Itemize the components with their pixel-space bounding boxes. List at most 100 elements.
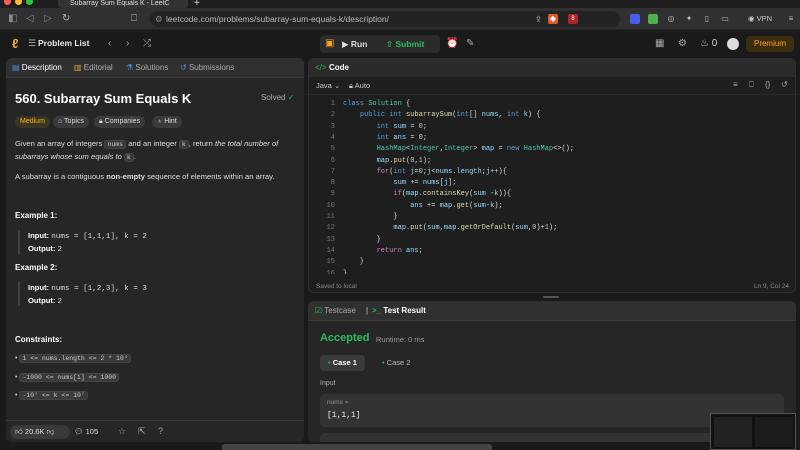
- code-panel-header: </> Code: [309, 59, 795, 77]
- tab-test-result[interactable]: >_ Test Result: [372, 306, 426, 315]
- back-icon[interactable]: ◁: [26, 13, 34, 24]
- brave-shield-icon[interactable]: ◆: [548, 14, 558, 24]
- like-button[interactable]: 👍︎ 20.6K 👎︎: [10, 425, 70, 439]
- case-label: Case 2: [386, 358, 411, 367]
- list-icon: ☰: [28, 38, 37, 48]
- resize-handle[interactable]: [543, 296, 559, 298]
- desc-text: , return: [188, 139, 215, 148]
- extension-icon-2[interactable]: [648, 14, 658, 24]
- forward-icon[interactable]: ▷: [44, 13, 52, 24]
- example-input: nums = [1,2,3], k = 3: [51, 285, 147, 293]
- description-panel: ▤ Description ▥ Editorial ⚗ Solutions ↺ …: [6, 58, 304, 442]
- thumbs-down-icon[interactable]: 👎︎: [47, 427, 55, 436]
- line-number: 11: [326, 213, 335, 221]
- prev-problem-icon[interactable]: ‹: [108, 38, 111, 49]
- premium-button[interactable]: Premium: [746, 36, 794, 52]
- reload-icon[interactable]: ↻: [62, 13, 70, 24]
- companies-button[interactable]: 🔒︎ Companies: [94, 116, 146, 128]
- desc-text: sequence of elements within an array.: [145, 172, 275, 181]
- minimize-window-icon[interactable]: [15, 0, 22, 5]
- topics-button[interactable]: ⌂ Topics: [53, 116, 89, 128]
- wallet-icon[interactable]: ▭: [720, 14, 730, 24]
- language-select[interactable]: Java ⌄: [316, 81, 340, 90]
- close-window-icon[interactable]: [4, 0, 11, 5]
- constraint-code: -1000 <= nums[i] <= 1000: [19, 373, 120, 382]
- streak-counter[interactable]: ♨ 0: [700, 38, 717, 49]
- code-line: map.put(0,1);: [376, 156, 432, 165]
- hint-button[interactable]: ♁ Hint: [152, 116, 182, 128]
- dock: [222, 444, 492, 450]
- cursor-position: Ln 9, Col 24: [753, 283, 789, 290]
- problem-description-2: A subarray is a contiguous non-empty seq…: [15, 171, 300, 183]
- checkbox-icon: ☑: [315, 306, 325, 315]
- bookmark-icon[interactable]: ⎕: [131, 13, 137, 24]
- tab-description[interactable]: ▤ Description: [12, 63, 62, 72]
- bookmark-icon[interactable]: ⎕: [749, 80, 754, 90]
- auto-mode-toggle[interactable]: 🔒︎ Auto: [349, 81, 370, 91]
- site-info-icon[interactable]: ⚙: [155, 11, 163, 27]
- format-icon[interactable]: ≡: [733, 80, 738, 89]
- history-icon: ↺: [180, 63, 189, 72]
- shuffle-icon[interactable]: ⤮: [143, 38, 151, 49]
- tab-editorial[interactable]: ▥ Editorial: [74, 63, 113, 72]
- tab-solutions[interactable]: ⚗ Solutions: [126, 63, 168, 72]
- code-line: public int subarraySum(int[] nums, int k…: [359, 111, 541, 120]
- constraint-item: • -10⁷ <= k <= 10⁷: [15, 391, 88, 400]
- next-problem-icon[interactable]: ›: [126, 38, 129, 49]
- tab-solutions-label: Solutions: [135, 63, 169, 72]
- browser-tab[interactable]: Subarray Sum Equals K - LeetC: [58, 0, 188, 8]
- maximize-window-icon[interactable]: [26, 0, 33, 5]
- rewards-icon[interactable]: 8: [568, 14, 578, 24]
- code-editor[interactable]: 1 2 3 4 5 6 7 8 9 10 11 12 13 14 15 16 class Solution {…: [309, 99, 795, 274]
- case-tab-1[interactable]: • Case 1: [320, 355, 365, 371]
- debug-icon[interactable]: ▣: [325, 38, 334, 49]
- submit-button[interactable]: ⇧ Submit: [386, 35, 424, 53]
- chevron-down-icon: ⌄: [333, 81, 341, 90]
- timer-icon[interactable]: ⏰: [446, 38, 458, 49]
- vpn-button[interactable]: ◉ VPN: [748, 14, 772, 23]
- avatar[interactable]: [727, 38, 739, 50]
- code-panel: </> Code Java ⌄ 🔒︎ Auto ≡ ⎕ {} ↺ 1234567…: [308, 58, 796, 293]
- tab-description-label: Description: [21, 63, 62, 72]
- code-line: }: [343, 269, 348, 274]
- difficulty-badge[interactable]: Medium: [15, 116, 50, 128]
- share-icon[interactable]: ⇪: [535, 11, 542, 27]
- code-line: map.put(sum,map.getOrDefault(sum,0)+1);: [393, 224, 558, 233]
- desc-bold: non-empty: [106, 172, 145, 181]
- thumbnail-left: [714, 417, 752, 447]
- notes-icon[interactable]: ✎: [466, 38, 474, 49]
- case-tab-2[interactable]: • Case 2: [374, 355, 418, 371]
- code-line: HashMap<Integer,Integer> map = new HashM…: [376, 145, 575, 154]
- case-label: Case 1: [332, 358, 357, 367]
- line-number: 6: [330, 156, 335, 165]
- problem-list-link[interactable]: Problem List: [38, 38, 89, 48]
- extension-icon-3[interactable]: ◎: [666, 14, 676, 24]
- layout-icon[interactable]: ▦: [655, 38, 664, 49]
- extension-icon[interactable]: [630, 14, 640, 24]
- puzzle-icon[interactable]: ✦: [684, 14, 694, 24]
- reset-icon[interactable]: ↺: [781, 80, 788, 89]
- screenshot-thumbnail[interactable]: [710, 413, 796, 450]
- run-button[interactable]: ▶ Run: [342, 35, 367, 53]
- share-icon[interactable]: ⇱: [138, 426, 146, 437]
- page-title: 560. Subarray Sum Equals K: [15, 91, 192, 106]
- tab-submissions[interactable]: ↺ Submissions: [180, 63, 234, 72]
- leetcode-logo-icon[interactable]: ℓ: [12, 37, 26, 51]
- terminal-icon: >_: [372, 306, 384, 315]
- inline-code: k: [178, 140, 189, 149]
- sidebar-icon[interactable]: ▯: [702, 14, 712, 24]
- companies-label: Companies: [104, 118, 141, 125]
- tab-test-result-label: Test Result: [383, 306, 426, 315]
- comments-button[interactable]: 💬︎ 105: [74, 427, 98, 436]
- line-number: 12: [326, 224, 335, 233]
- help-icon[interactable]: ?: [158, 426, 163, 436]
- menu-icon[interactable]: ≡: [786, 14, 796, 24]
- browser-toolbar: ◧ ◁ ▷ ↻ ⎕ ⚙ leetcode.com/problems/subarr…: [0, 8, 800, 30]
- sidebar-toggle-icon[interactable]: ◧: [8, 13, 17, 24]
- code-line: return ans;: [376, 246, 423, 255]
- settings-gear-icon[interactable]: ⚙: [678, 38, 687, 49]
- result-status: Accepted: [320, 332, 370, 344]
- tab-testcase[interactable]: ☑ Testcase: [315, 306, 356, 315]
- braces-icon[interactable]: {}: [765, 80, 770, 89]
- star-icon[interactable]: ☆: [118, 426, 126, 437]
